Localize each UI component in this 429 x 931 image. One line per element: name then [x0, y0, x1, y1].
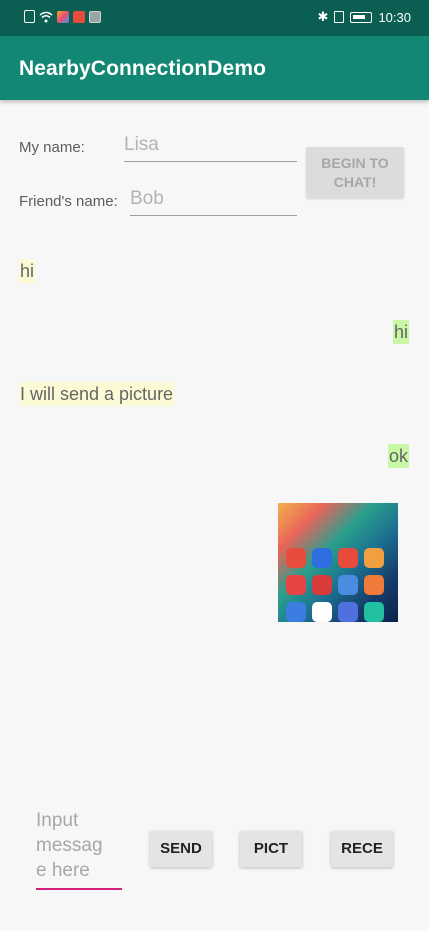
picture-button[interactable]: PICT — [240, 831, 302, 867]
message-input[interactable]: Input messag e here — [36, 808, 122, 890]
sim-card-icon — [24, 10, 35, 23]
wifi-icon — [39, 11, 53, 22]
begin-chat-button[interactable]: BEGIN TO CHAT! — [306, 147, 404, 198]
status-icons-left — [24, 10, 101, 23]
send-button[interactable]: SEND — [150, 831, 212, 867]
friend-name-field[interactable]: Bob — [130, 188, 297, 216]
app-tile-icon — [364, 602, 384, 622]
app-tile-icon — [312, 548, 332, 568]
app-tile-icon — [286, 602, 306, 622]
message-outgoing: hi — [392, 320, 409, 344]
friend-name-label: Friend's name: — [19, 193, 118, 210]
app-notification-icon — [89, 10, 101, 23]
message-incoming: I will send a picture — [19, 382, 175, 406]
message-outgoing: ok — [387, 444, 409, 468]
app-tile-icon — [338, 575, 358, 595]
battery-icon — [350, 11, 373, 23]
my-name-label: My name: — [19, 139, 85, 156]
app-tile-icon — [364, 575, 384, 595]
app-tile-icon — [364, 548, 384, 568]
vibrate-icon — [334, 11, 345, 23]
app-notification-icon — [57, 10, 69, 23]
app-tile-icon — [338, 602, 358, 622]
app-tile-icon — [312, 602, 332, 622]
my-name-field[interactable]: Lisa — [124, 134, 297, 162]
bluetooth-icon: ✱ — [317, 9, 329, 24]
picture-app-grid — [286, 548, 392, 622]
app-title: NearbyConnectionDemo — [19, 57, 267, 80]
my-name-value: Lisa — [124, 134, 159, 155]
app-tile-icon — [338, 548, 358, 568]
app-tile-icon — [286, 548, 306, 568]
app-tile-icon — [286, 575, 306, 595]
app-tile-icon — [312, 575, 332, 595]
status-icons-right: ✱ 10:30 — [318, 9, 411, 25]
receive-button[interactable]: RECE — [331, 831, 393, 867]
status-time: 10:30 — [378, 9, 411, 25]
message-input-placeholder: Input messag e here — [36, 810, 103, 881]
friend-name-value: Bob — [130, 188, 164, 209]
picture-message[interactable] — [278, 503, 398, 622]
status-bar: ✱ 10:30 — [0, 0, 429, 36]
app-notification-icon — [73, 10, 85, 23]
app-bar: NearbyConnectionDemo — [0, 36, 429, 100]
message-incoming: hi — [19, 259, 36, 283]
